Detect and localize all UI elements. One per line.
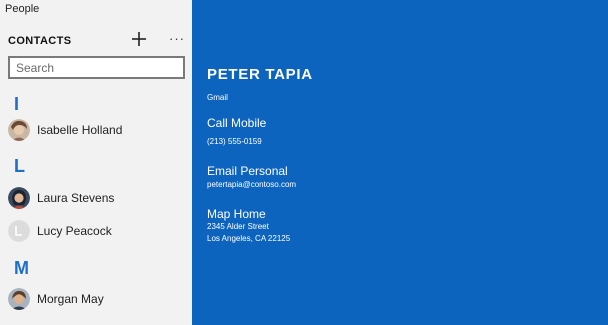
avatar (8, 288, 30, 310)
group-letter-l[interactable]: L (14, 156, 25, 177)
contacts-sidebar: People CONTACTS ··· I Isabelle Holland L (0, 0, 192, 325)
phone-number: (213) 555-0159 (207, 137, 262, 146)
avatar-placeholder (8, 220, 30, 242)
search-input[interactable] (8, 56, 185, 79)
contact-item[interactable]: Laura Stevens (0, 183, 192, 213)
address-line-2: Los Angeles, CA 22125 (207, 234, 291, 243)
contacts-header: CONTACTS (8, 35, 72, 47)
address-line-1: 2345 Alder Street (207, 222, 269, 231)
account-label: Gmail (207, 93, 228, 102)
plus-icon (132, 32, 146, 46)
app-title: People (5, 3, 40, 15)
call-mobile-action[interactable]: Call Mobile (207, 116, 266, 130)
add-contact-button[interactable] (129, 29, 149, 49)
contact-name: Morgan May (37, 292, 104, 306)
contact-full-name: PETER TAPIA (207, 66, 313, 83)
map-home-action[interactable]: Map Home (207, 207, 266, 221)
more-options-button[interactable]: ··· (166, 30, 188, 48)
contact-item[interactable]: Isabelle Holland (0, 115, 192, 145)
contact-details-panel: PETER TAPIA Gmail Call Mobile (213) 555-… (192, 0, 608, 325)
avatar (8, 187, 30, 209)
contact-name: Laura Stevens (37, 191, 115, 205)
group-letter-m[interactable]: M (14, 258, 29, 279)
contact-name: Isabelle Holland (37, 123, 123, 137)
contact-name: Lucy Peacock (37, 224, 112, 238)
avatar (8, 119, 30, 141)
email-address: petertapia@contoso.com (207, 180, 297, 189)
contact-item[interactable]: Lucy Peacock (0, 216, 192, 246)
group-letter-i[interactable]: I (14, 94, 19, 115)
email-personal-action[interactable]: Email Personal (207, 164, 288, 178)
contact-item[interactable]: Morgan May (0, 284, 192, 314)
